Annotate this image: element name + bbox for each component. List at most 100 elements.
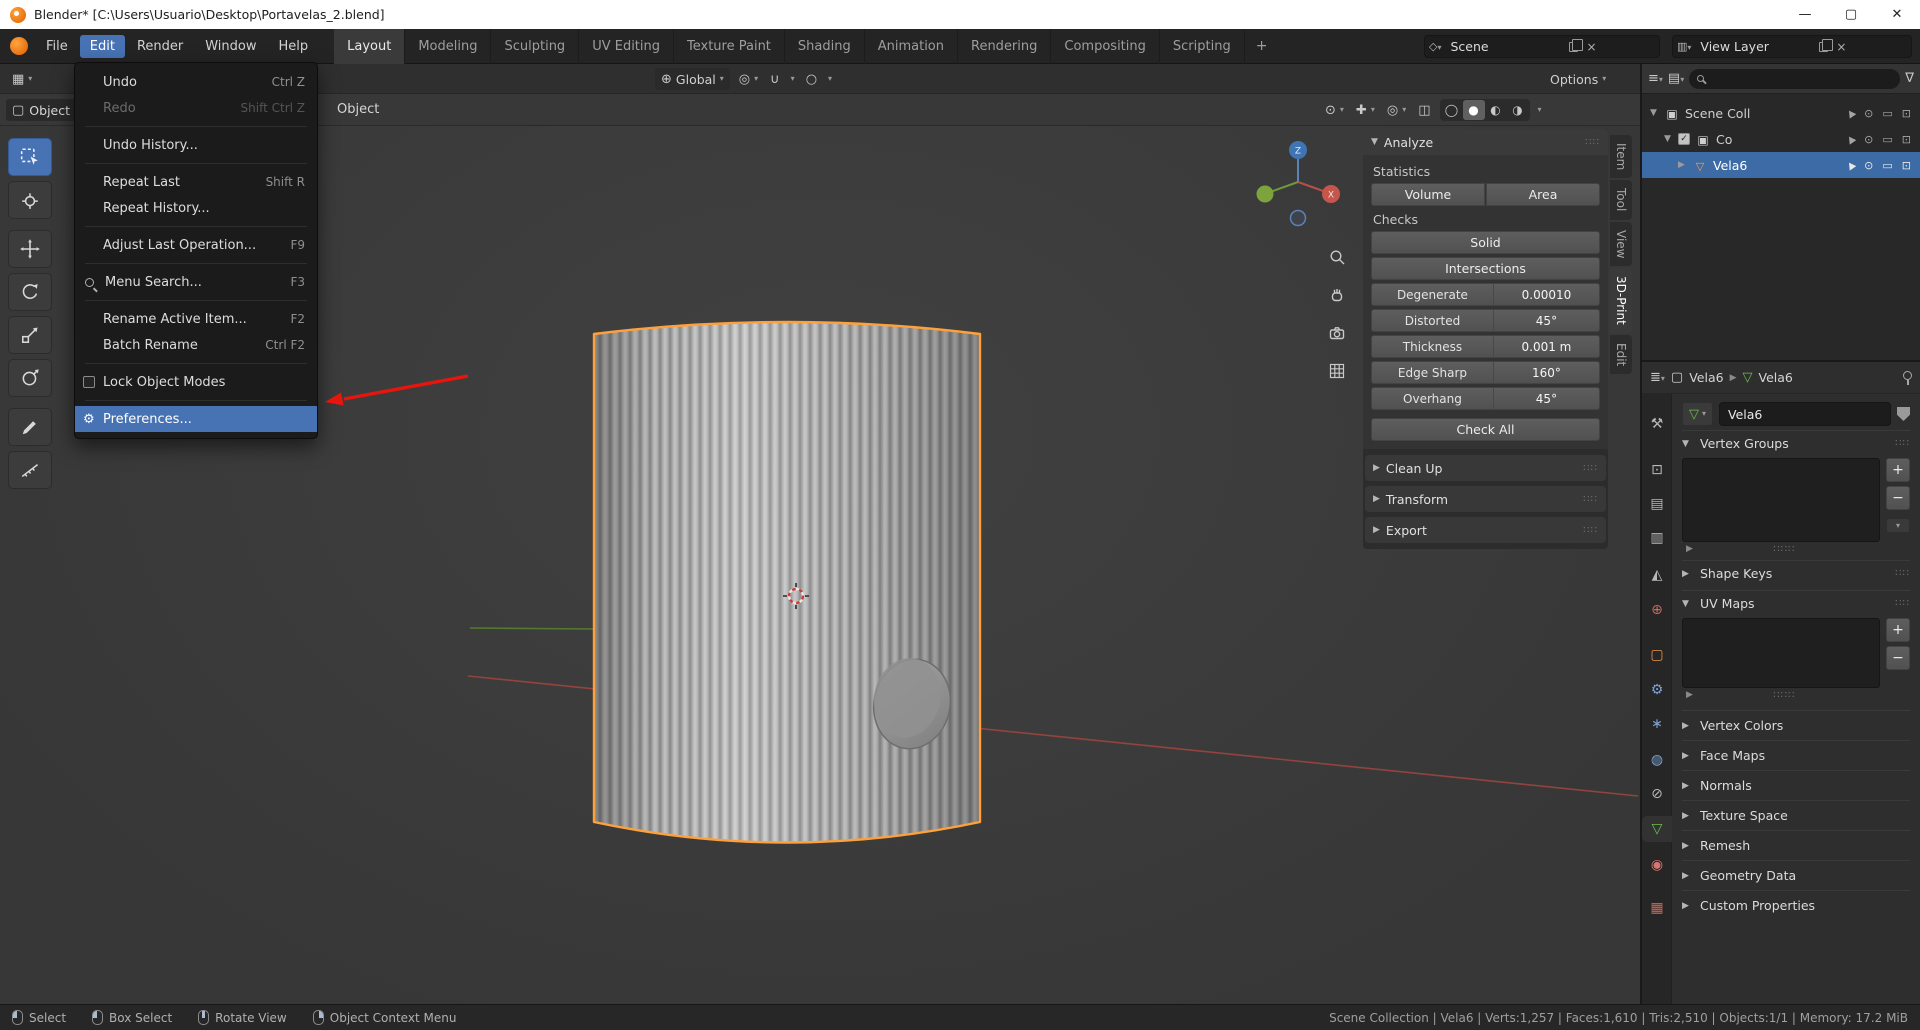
data-panel-header[interactable]: ▶ Geometry Data	[1682, 860, 1910, 890]
check-field[interactable]: Overhang 45°	[1371, 387, 1600, 410]
pin-icon[interactable]	[1902, 370, 1912, 385]
candle-holder-object[interactable]	[592, 320, 982, 844]
shape-keys-panel-header[interactable]: ▶ Shape Keys ∷∷	[1682, 560, 1910, 586]
sidebar-tab[interactable]: Tool	[1610, 180, 1632, 220]
tab-physics-properties[interactable]: ◍	[1642, 747, 1672, 773]
menu-item[interactable]: Adjust Last Operation... F9	[75, 232, 317, 258]
check-field-value[interactable]: 45°	[1494, 388, 1599, 409]
blender-menu-icon[interactable]	[10, 37, 28, 55]
expand-icon[interactable]: ▼	[1664, 134, 1678, 144]
copy-view-layer-icon[interactable]	[1819, 38, 1834, 52]
sidebar-tab[interactable]: View	[1610, 221, 1632, 267]
outliner-row[interactable]: ▼ Scene Coll ⊙ ▭ ⊡	[1642, 100, 1920, 126]
menu-button[interactable]: Window	[195, 35, 266, 58]
panel-grip-icon[interactable]: ∷∷	[1583, 463, 1598, 474]
sidebar-tab[interactable]: 3D-Print	[1610, 268, 1632, 333]
data-panel-header[interactable]: ▶ Vertex Colors	[1682, 710, 1910, 740]
tool-select-box[interactable]	[8, 138, 52, 176]
filter-icon[interactable]: ∇	[1905, 72, 1914, 85]
check-field[interactable]: Degenerate 0.00010	[1371, 283, 1600, 306]
panel-grip-icon[interactable]: ∷∷	[1585, 137, 1600, 148]
fake-user-shield-icon[interactable]	[1897, 407, 1910, 421]
proportional-editing-toggle[interactable]: ○	[803, 68, 820, 90]
xray-toggle[interactable]: ◫	[1415, 99, 1433, 121]
shading-solid-button[interactable]: ●	[1462, 100, 1485, 120]
properties-editor-icon[interactable]: ≣▾	[1650, 371, 1665, 384]
mesh-data-selector[interactable]: ▽ ▾	[1682, 402, 1714, 426]
intersections-check-button[interactable]: Intersections	[1371, 257, 1600, 280]
outliner-item-label[interactable]: Vela6	[1713, 158, 1847, 173]
selectable-icon[interactable]	[1845, 159, 1857, 171]
workspace-tab[interactable]: Texture Paint	[674, 29, 785, 64]
expand-icon[interactable]: ▶	[1678, 160, 1692, 170]
solid-check-button[interactable]: Solid	[1371, 231, 1600, 254]
panel-grip-icon[interactable]: ∷∷	[1895, 438, 1910, 449]
hide-render-icon[interactable]: ⊡	[1902, 159, 1911, 172]
check-all-button[interactable]: Check All	[1371, 418, 1600, 441]
menu-item[interactable]: Undo Ctrl Z	[75, 69, 317, 95]
sidebar-tab[interactable]: Item	[1610, 135, 1632, 179]
panel-grip-icon[interactable]: ∷∷	[1583, 494, 1598, 505]
add-uv-map-button[interactable]: +	[1886, 618, 1910, 642]
analyze-panel-header[interactable]: ▼ Analyze ∷∷	[1363, 129, 1608, 155]
tab-tool-properties[interactable]: ⚒	[1642, 411, 1672, 437]
check-field[interactable]: Thickness 0.001 m	[1371, 335, 1600, 358]
data-panel-header[interactable]: ▶ Face Maps	[1682, 740, 1910, 770]
overlays-dropdown[interactable]: ◎ ▾	[1384, 99, 1409, 121]
selectable-icon[interactable]	[1845, 107, 1857, 119]
list-filter-expand-icon[interactable]: ▶	[1686, 544, 1693, 554]
navigation-gizmo[interactable]: Z X	[1250, 136, 1346, 236]
workspace-tab[interactable]: Shading	[785, 29, 865, 64]
menu-item[interactable]	[85, 400, 307, 401]
tab-texture-properties[interactable]: ▦	[1642, 895, 1672, 921]
tool-annotate[interactable]	[8, 408, 52, 446]
workspace-tab[interactable]: Compositing	[1051, 29, 1160, 64]
scene-icon[interactable]: ◇▾	[1429, 40, 1441, 53]
uv-maps-list[interactable]	[1682, 618, 1880, 688]
breadcrumb-object[interactable]: Vela6	[1689, 370, 1723, 385]
tab-modifier-properties[interactable]: ⚙	[1642, 677, 1672, 703]
tool-transform[interactable]	[8, 359, 52, 397]
hide-viewport-icon[interactable]: ▭	[1882, 133, 1892, 146]
expand-icon[interactable]: ▼	[1650, 108, 1664, 118]
outliner-display-mode-dropdown[interactable]: ▤▾	[1668, 72, 1684, 85]
menu-item[interactable]: Repeat History...	[75, 195, 317, 221]
workspace-tab[interactable]: Layout	[334, 29, 406, 64]
pan-button[interactable]	[1322, 280, 1352, 310]
hide-eye-icon[interactable]: ⊙	[1864, 133, 1873, 146]
tab-object-data-properties[interactable]: ▽	[1642, 816, 1672, 842]
snap-settings-dropdown[interactable]: ▾	[789, 68, 797, 90]
data-panel-header[interactable]: ▶ Normals	[1682, 770, 1910, 800]
remove-vertex-group-button[interactable]: −	[1886, 486, 1910, 510]
menu-button[interactable]: Render	[127, 35, 193, 58]
object-visibility-dropdown[interactable]: ⊙ ▾	[1322, 99, 1347, 121]
shading-rendered-button[interactable]: ◑	[1507, 100, 1529, 120]
hide-eye-icon[interactable]: ⊙	[1864, 107, 1873, 120]
data-panel-header[interactable]: ▶ Custom Properties	[1682, 890, 1910, 920]
tab-scene-properties[interactable]: ◭	[1642, 562, 1672, 588]
menu-item[interactable]: Repeat Last Shift R	[75, 169, 317, 195]
menu-item[interactable]: Menu Search... F3	[75, 269, 317, 295]
uv-maps-panel-header[interactable]: ▼ UV Maps ∷∷	[1682, 590, 1910, 616]
gizmos-dropdown[interactable]: ✚ ▾	[1353, 99, 1378, 121]
tab-view-layer-properties[interactable]: ▥	[1642, 525, 1672, 551]
list-resize-grip[interactable]: ∷∷∷	[1773, 544, 1795, 555]
check-field-value[interactable]: 0.00010	[1494, 284, 1599, 305]
workspace-tab[interactable]: UV Editing	[579, 29, 675, 64]
vertex-groups-list[interactable]	[1682, 458, 1880, 542]
workspace-tab[interactable]: Modeling	[405, 29, 492, 64]
panel-grip-icon[interactable]: ∷∷	[1895, 568, 1910, 579]
tool-scale[interactable]	[8, 316, 52, 354]
menu-item[interactable]: Undo History...	[75, 132, 317, 158]
menu-button[interactable]: File	[36, 35, 78, 58]
options-dropdown[interactable]: Options ▾	[1544, 68, 1612, 90]
shading-dropdown[interactable]: ▾	[1536, 99, 1544, 121]
menu-item[interactable]	[85, 263, 307, 264]
tab-render-properties[interactable]: ⊡	[1642, 457, 1672, 483]
menu-item[interactable]: Lock Object Modes	[75, 369, 317, 395]
menu-item[interactable]	[85, 363, 307, 364]
tool-move[interactable]	[8, 230, 52, 268]
panel-grip-icon[interactable]: ∷∷	[1583, 525, 1598, 536]
check-field[interactable]: Distorted 45°	[1371, 309, 1600, 332]
check-field-value[interactable]: 160°	[1494, 362, 1599, 383]
